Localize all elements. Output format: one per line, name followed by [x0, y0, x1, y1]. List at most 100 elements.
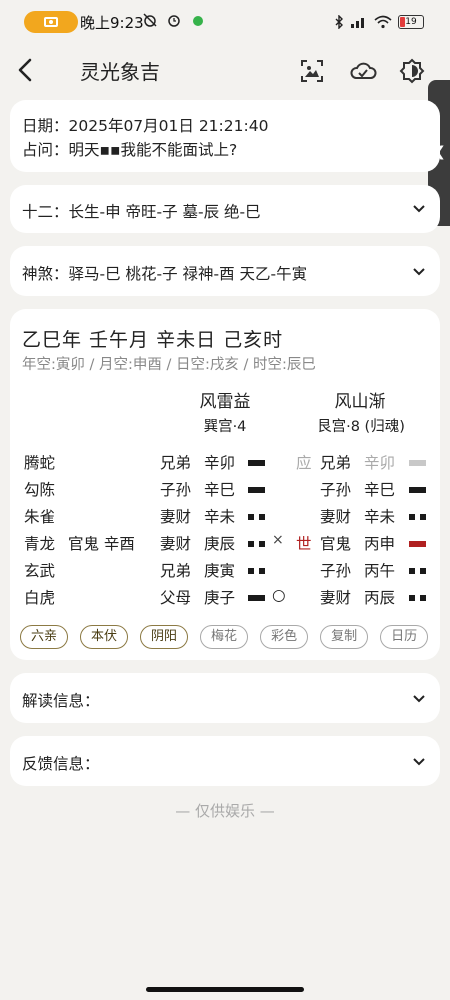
- fushen-text: 官鬼 辛酉: [68, 535, 135, 553]
- bian-gua-name: 风山渐: [334, 392, 386, 412]
- app-notify-icon: [192, 16, 203, 26]
- page-title: 灵光象吉: [80, 60, 160, 84]
- tag-2[interactable]: 阴阳: [140, 625, 189, 649]
- alarm-off-icon: [143, 13, 157, 27]
- jiedu-card[interactable]: 解读信息：: [10, 673, 440, 723]
- tag-3[interactable]: 梅花: [200, 625, 249, 649]
- liushen-text: 勾陈: [24, 481, 56, 499]
- ganzhi-text: 辛未: [204, 508, 236, 526]
- fankui-label: 反馈信息：: [22, 755, 100, 773]
- bian-yin-line: [409, 514, 426, 520]
- yin-line: [248, 568, 265, 574]
- liuqin-text: 妻财: [160, 535, 192, 553]
- bian-liuqin-text: 官鬼: [320, 535, 352, 553]
- ganzhi-text: 庚子: [204, 589, 236, 607]
- bian-liuqin-text: 妻财: [320, 508, 352, 526]
- system-icons: 19: [334, 11, 424, 33]
- ganzhi-text: 庚辰: [204, 535, 236, 553]
- liushen-text: 玄武: [24, 562, 56, 580]
- yin-line: [248, 541, 265, 547]
- chevron-down-icon[interactable]: [412, 755, 426, 769]
- alarm-icon: [168, 15, 181, 27]
- bian-ganzhi-text: 辛巳: [364, 481, 396, 499]
- bian-yang-line: [409, 487, 426, 493]
- signal-icon: [351, 18, 364, 28]
- chevron-down-icon[interactable]: [412, 202, 426, 216]
- bian-liuqin-text: 子孙: [320, 481, 352, 499]
- yao-row: 白虎 父母 庚子 ○ 妻财 丙辰: [10, 586, 440, 612]
- battery-icon: 19: [398, 15, 424, 29]
- yin-line: [248, 514, 265, 520]
- wifi-icon: [374, 15, 392, 29]
- camera-icon: [44, 17, 58, 27]
- bian-liuqin-text: 兄弟: [320, 454, 352, 472]
- jiedu-label: 解读信息：: [22, 692, 100, 710]
- shier-card[interactable]: 十二：长生-申 帝旺-子 墓-辰 绝-巳: [10, 185, 440, 233]
- fankui-card[interactable]: 反馈信息：: [10, 736, 440, 786]
- ganzhi-text: 辛巳: [204, 481, 236, 499]
- bluetooth-icon: [335, 15, 343, 29]
- kongwang-text: 年空:寅卯 / 月空:申酉 / 日空:戌亥 / 时空:辰巳: [22, 357, 316, 373]
- ben-gua-name: 风雷益: [199, 392, 251, 412]
- notification-icons: [142, 12, 205, 32]
- liushen-text: 青龙: [24, 535, 56, 553]
- battery-level: 19: [405, 17, 417, 27]
- liushen-text: 白虎: [24, 589, 56, 607]
- moving-circle-mark: ○: [272, 586, 286, 604]
- yang-line: [248, 460, 265, 466]
- yang-line: [248, 595, 265, 601]
- chevron-down-icon[interactable]: [412, 692, 426, 706]
- bian-yang-line: [409, 460, 426, 466]
- hexagram-card: 乙巳年 壬午月 辛未日 己亥时 年空:寅卯 / 月空:申酉 / 日空:戌亥 / …: [10, 309, 440, 660]
- liuqin-text: 子孙: [160, 481, 192, 499]
- bian-ganzhi-text: 辛卯: [364, 454, 396, 472]
- shi-mark: 世: [296, 535, 312, 553]
- yao-row: 腾蛇 兄弟 辛卯应兄弟 辛卯: [10, 451, 440, 477]
- screen-record-indicator[interactable]: [24, 11, 78, 33]
- bian-yin-line: [409, 595, 426, 601]
- disclaimer-text: — 仅供娱乐 —: [175, 802, 275, 820]
- shier-text: 十二：长生-申 帝旺-子 墓-辰 绝-巳: [22, 203, 261, 221]
- tag-0[interactable]: 六亲: [20, 625, 69, 649]
- info-card: 日期：2025年07月01日 21:21:40 占问：明天▪▪我能不能面试上?: [10, 100, 440, 172]
- bian-ganzhi-text: 丙辰: [364, 589, 396, 607]
- question-text: 占问：明天▪▪我能不能面试上?: [22, 141, 238, 159]
- bian-yin-line: [409, 568, 426, 574]
- tag-6[interactable]: 日历: [380, 625, 429, 649]
- bian-liuqin-text: 子孙: [320, 562, 352, 580]
- bian-ganzhi-text: 辛未: [364, 508, 396, 526]
- tag-1[interactable]: 本伏: [80, 625, 129, 649]
- home-indicator[interactable]: [146, 987, 304, 992]
- liuqin-text: 父母: [160, 589, 192, 607]
- ganzhi-text: 辛卯: [204, 454, 236, 472]
- liuqin-text: 兄弟: [160, 454, 192, 472]
- ying-mark: 应: [296, 454, 312, 472]
- status-bar: 晚上9:23 19: [0, 0, 450, 44]
- bian-gua-gong: 艮宫·8 (归魂): [317, 419, 405, 435]
- bian-liuqin-text: 妻财: [320, 589, 352, 607]
- bian-ganzhi-text: 丙午: [364, 562, 396, 580]
- liuqin-text: 兄弟: [160, 562, 192, 580]
- moving-cross-mark: ×: [272, 532, 284, 548]
- bian-yang-line: [409, 541, 426, 547]
- yang-line: [248, 487, 265, 493]
- option-tags: 六亲 本伏 阴阳 梅花 彩色 复制 日历: [20, 625, 429, 649]
- image-export-icon[interactable]: [299, 58, 325, 84]
- chevron-down-icon[interactable]: [412, 265, 426, 279]
- liuqin-text: 妻财: [160, 508, 192, 526]
- yao-row: 玄武 兄弟 庚寅 子孙 丙午: [10, 559, 440, 585]
- tag-4[interactable]: 彩色: [260, 625, 309, 649]
- theme-toggle-icon[interactable]: [399, 58, 425, 84]
- back-arrow-icon[interactable]: [14, 56, 38, 84]
- ganzhi-text: 乙巳年 壬午月 辛未日 己亥时: [22, 329, 284, 351]
- yao-row: 朱雀 妻财 辛未 妻财 辛未: [10, 505, 440, 531]
- yao-row: 青龙 官鬼 辛酉 妻财 庚辰 × 世官鬼 丙申: [10, 532, 440, 558]
- bian-ganzhi-text: 丙申: [364, 535, 396, 553]
- ben-gua-gong: 巽宫·4: [203, 419, 247, 435]
- cloud-sync-icon[interactable]: [348, 58, 378, 84]
- status-time: 晚上9:23: [80, 14, 144, 32]
- shensha-card[interactable]: 神煞：驿马-巳 桃花-子 禄神-酉 天乙-午寅: [10, 246, 440, 296]
- tag-5[interactable]: 复制: [320, 625, 369, 649]
- liushen-text: 朱雀: [24, 508, 56, 526]
- shensha-text: 神煞：驿马-巳 桃花-子 禄神-酉 天乙-午寅: [22, 265, 308, 283]
